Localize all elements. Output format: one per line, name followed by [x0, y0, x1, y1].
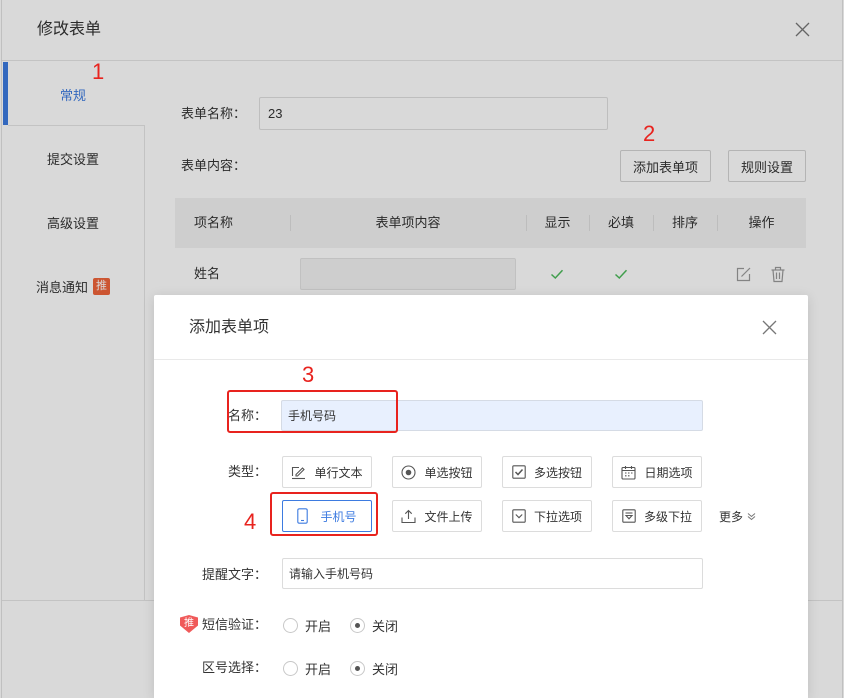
phone-icon	[297, 508, 309, 524]
type-option-label: 手机号	[320, 509, 357, 524]
close-icon[interactable]	[761, 319, 778, 336]
sms-verify-label: 短信验证：	[201, 617, 267, 632]
sms-verify-on-radio[interactable]: 开启	[283, 616, 331, 634]
name-input[interactable]	[281, 400, 703, 431]
type-option-label: 日期选项	[644, 465, 693, 480]
dialog-title: 添加表单项	[189, 319, 270, 336]
chevron-down-icon	[747, 512, 756, 521]
type-option-label: 单行文本	[314, 465, 363, 480]
more-label: 更多	[719, 509, 744, 524]
radio-circle	[283, 660, 298, 676]
upload-icon	[401, 509, 417, 524]
type-option-label: 多选按钮	[533, 465, 582, 480]
radio-label: 关闭	[372, 661, 399, 677]
type-single-line-text-button[interactable]: 单行文本	[282, 456, 372, 488]
dropdown-icon	[512, 509, 526, 523]
type-dropdown-button[interactable]: 下拉选项	[502, 500, 592, 532]
type-label: 类型：	[227, 464, 267, 479]
type-checkbox-button[interactable]: 多选按钮	[502, 456, 592, 488]
radio-icon	[401, 464, 417, 480]
type-option-label: 下拉选项	[533, 509, 582, 524]
radio-label: 开启	[305, 661, 332, 677]
type-option-label: 单选按钮	[424, 465, 473, 480]
radio-label: 开启	[305, 618, 332, 634]
radio-circle	[350, 660, 365, 676]
name-label: 名称：	[227, 408, 267, 423]
hint-text-label: 提醒文字：	[201, 567, 267, 582]
add-form-item-dialog: 添加表单项 名称： 类型： 单行文本 单选按钮 多选按钮 日期选项 手机号 文件…	[154, 295, 808, 698]
type-option-label: 文件上传	[424, 509, 473, 524]
area-code-label: 区号选择：	[201, 660, 267, 675]
radio-circle	[283, 617, 298, 633]
type-phone-button[interactable]: 手机号	[282, 500, 372, 532]
type-file-upload-button[interactable]: 文件上传	[392, 500, 482, 532]
type-radio-button[interactable]: 单选按钮	[392, 456, 482, 488]
text-line-icon	[291, 465, 306, 480]
calendar-icon	[621, 465, 637, 480]
type-option-label: 多级下拉	[643, 509, 692, 524]
area-code-on-radio[interactable]: 开启	[283, 659, 331, 677]
radio-circle	[350, 617, 365, 633]
radio-label: 关闭	[372, 618, 399, 634]
type-date-button[interactable]: 日期选项	[612, 456, 702, 488]
hint-text-input[interactable]	[282, 558, 703, 589]
checkbox-icon	[512, 465, 526, 479]
area-code-off-radio[interactable]: 关闭	[350, 659, 398, 677]
type-multi-level-dropdown-button[interactable]: 多级下拉	[612, 500, 702, 532]
more-types-toggle[interactable]: 更多	[719, 508, 756, 524]
multi-dropdown-icon	[622, 509, 636, 523]
header-divider	[154, 359, 808, 360]
sms-verify-off-radio[interactable]: 关闭	[350, 616, 398, 634]
